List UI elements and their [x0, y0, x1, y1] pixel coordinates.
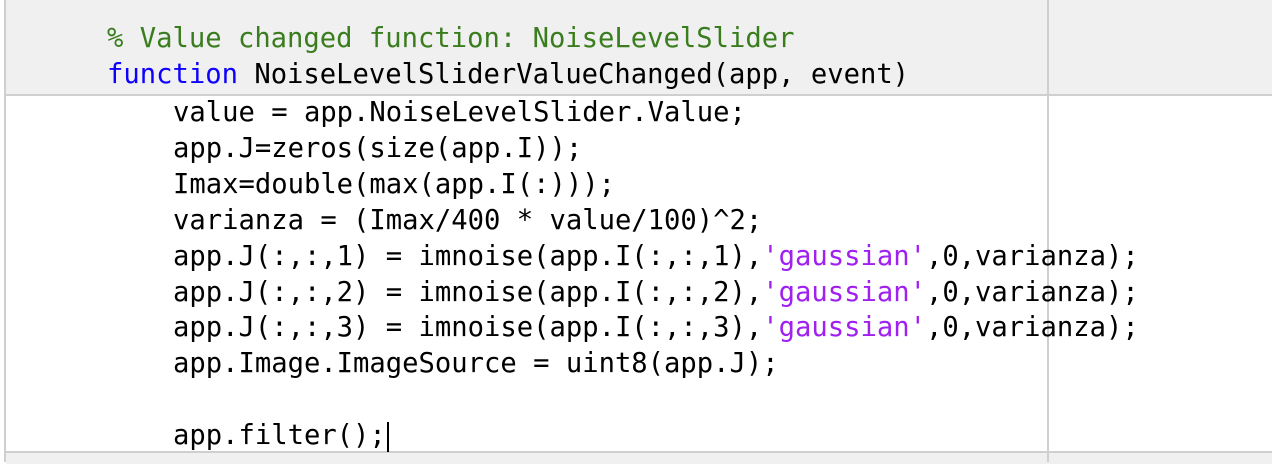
code-line[interactable]: app.J(:,:,3) = imnoise(app.I(:,:,3),'gau… — [173, 310, 1139, 346]
code-line[interactable]: app.Image.ImageSource = uint8(app.J); — [173, 346, 779, 382]
function-keyword: function — [107, 59, 238, 90]
code-comment-line[interactable]: % Value changed function: NoiseLevelSlid… — [107, 21, 794, 57]
code-text: ,0,varianza); — [925, 312, 1139, 344]
code-text: app.J(:,:,3) = imnoise(app.I(:,:,3), — [173, 312, 763, 344]
code-text: app.filter(); — [173, 420, 386, 451]
code-text: app.J=zeros(size(app.I)); — [173, 132, 583, 164]
string-literal: 'gaussian' — [762, 276, 926, 308]
string-literal: 'gaussian' — [762, 240, 926, 272]
string-literal: 'gaussian' — [762, 312, 926, 344]
code-text: ,0,varianza); — [925, 240, 1139, 272]
code-text: app.J(:,:,1) = imnoise(app.I(:,:,1), — [173, 240, 763, 272]
function-signature-line[interactable]: function NoiseLevelSliderValueChanged(ap… — [107, 57, 909, 93]
code-line[interactable]: Imax=double(max(app.I(:))); — [173, 167, 615, 203]
code-line[interactable]: varianza = (Imax/400 * value/100)^2; — [173, 203, 762, 239]
code-text: ,0,varianza); — [925, 276, 1139, 308]
comment: % Value changed function: NoiseLevelSlid… — [107, 23, 795, 54]
code-line[interactable]: app.filter(); — [173, 418, 389, 454]
code-line[interactable]: app.J=zeros(size(app.I)); — [173, 131, 582, 167]
function-signature: NoiseLevelSliderValueChanged(app, event) — [237, 59, 910, 90]
code-text: app.J(:,:,2) = imnoise(app.I(:,:,2), — [173, 276, 763, 308]
right-margin-line — [1047, 0, 1049, 462]
code-text: Imax=double(max(app.I(:))); — [173, 168, 615, 200]
code-line[interactable]: value = app.NoiseLevelSlider.Value; — [173, 95, 746, 131]
code-text: varianza = (Imax/400 * value/100)^2; — [173, 204, 763, 236]
code-text: app.Image.ImageSource = uint8(app.J); — [173, 348, 779, 380]
text-cursor — [386, 421, 389, 452]
code-text: value = app.NoiseLevelSlider.Value; — [173, 97, 746, 128]
code-line[interactable]: app.J(:,:,2) = imnoise(app.I(:,:,2),'gau… — [173, 275, 1139, 311]
code-line[interactable]: app.J(:,:,1) = imnoise(app.I(:,:,1),'gau… — [173, 239, 1139, 275]
